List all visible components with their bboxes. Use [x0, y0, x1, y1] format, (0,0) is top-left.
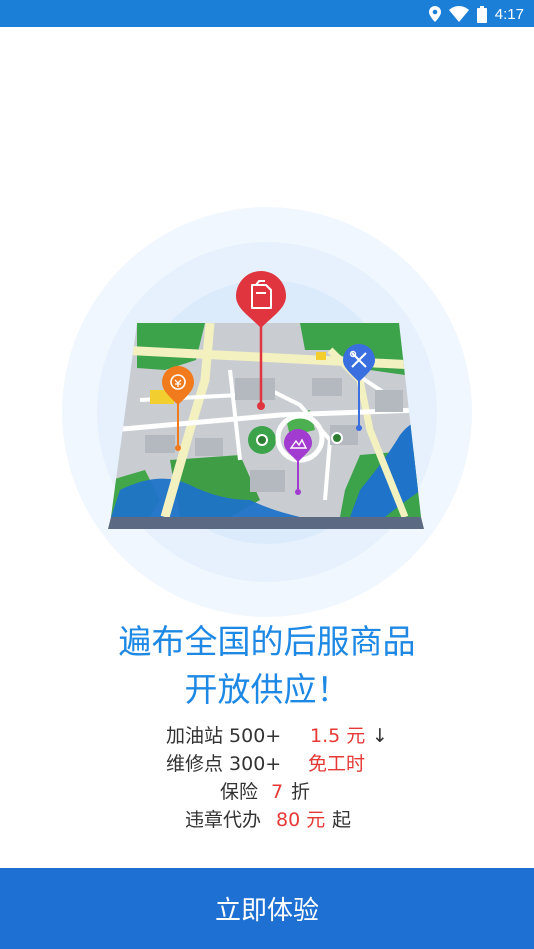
- insurance-suffix: 折: [291, 781, 311, 803]
- violation-suffix: 起: [332, 809, 352, 831]
- location-icon: [428, 6, 441, 22]
- try-now-button[interactable]: 立即体验: [0, 868, 534, 949]
- gas-label: 加油站 500+: [166, 725, 282, 747]
- feature-row-gas: 加油站 500+ 1.5 元 ↓: [0, 722, 534, 750]
- building: [195, 438, 223, 456]
- map-dot: [331, 432, 343, 444]
- building: [145, 435, 175, 453]
- map-illustration: [62, 207, 472, 617]
- insurance-label: 保险: [220, 781, 259, 803]
- battery-icon: [476, 5, 487, 23]
- repair-label: 维修点 300+: [166, 753, 282, 775]
- feature-row-insurance: 保险 7 折: [0, 778, 534, 806]
- down-arrow-icon: ↓: [372, 725, 388, 747]
- building: [316, 352, 326, 360]
- feature-row-repair: 维修点 300+ 免工时: [0, 750, 534, 778]
- repair-value: 免工时: [308, 753, 366, 775]
- map-dot: [256, 434, 268, 446]
- status-bar: 4:17: [0, 0, 534, 27]
- building: [312, 378, 342, 396]
- gas-value: 1.5 元: [310, 725, 366, 747]
- headline-line-2: 开放供应！: [184, 670, 350, 709]
- wifi-icon: [448, 6, 469, 22]
- map-edge: [108, 517, 424, 529]
- feature-row-violation: 违章代办 80 元 起: [0, 806, 534, 834]
- status-icons: 4:17: [428, 4, 524, 24]
- insurance-value: 7: [271, 781, 284, 803]
- building: [375, 390, 403, 412]
- headline: 遍布全国的后服商品 开放供应！: [0, 618, 534, 714]
- violation-value: 80 元: [276, 809, 326, 831]
- building: [235, 378, 275, 400]
- headline-line-1: 遍布全国的后服商品: [118, 622, 416, 661]
- building: [250, 470, 285, 492]
- feature-list: 加油站 500+ 1.5 元 ↓ 维修点 300+ 免工时 保险 7 折 违章代…: [0, 722, 534, 834]
- violation-label: 违章代办: [185, 809, 262, 831]
- status-time: 4:17: [494, 5, 524, 23]
